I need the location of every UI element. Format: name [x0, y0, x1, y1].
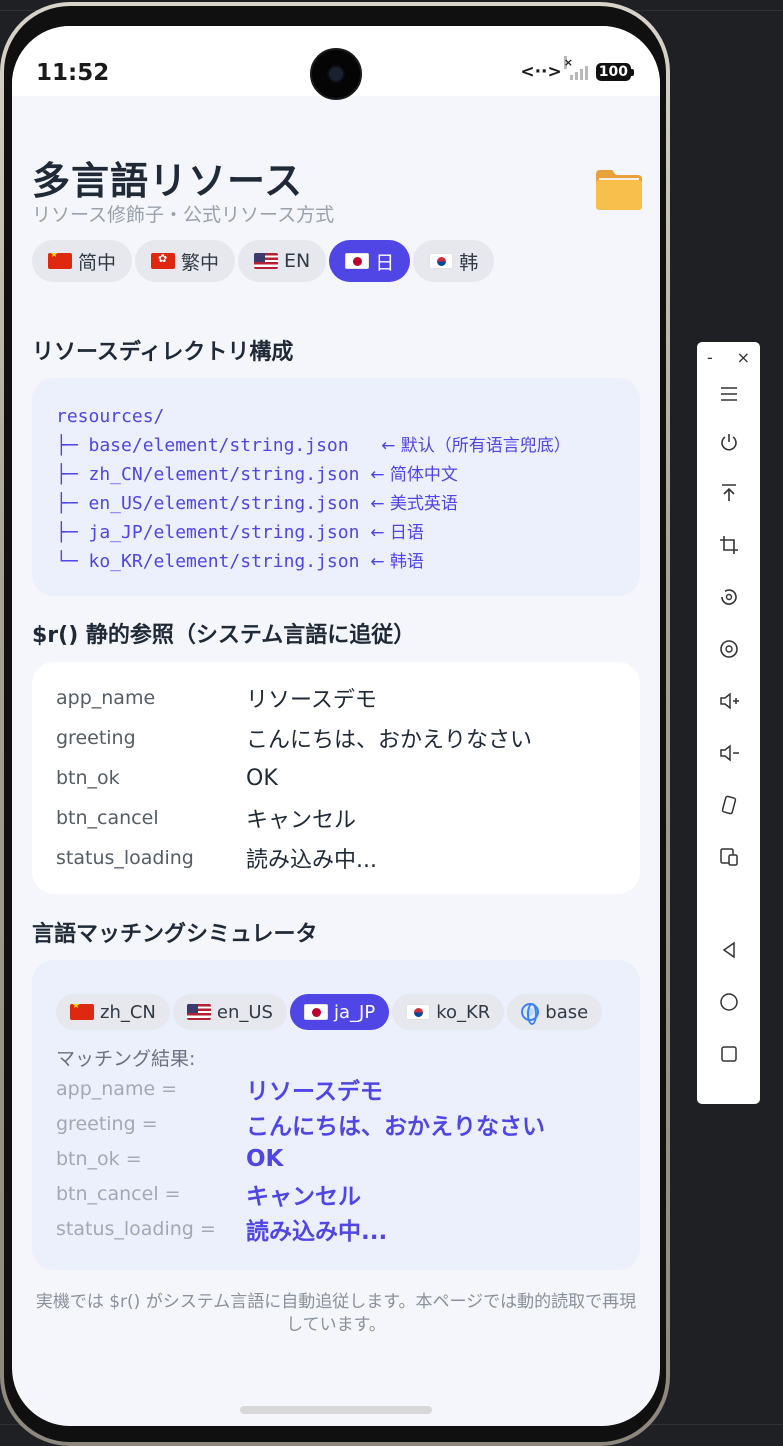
front-camera [310, 48, 362, 100]
tree-line: ├─ en_US/element/string.json ← 美式英语 [56, 493, 458, 514]
tab-label: 繁中 [181, 251, 220, 274]
simulator-section-title: 言語マッチングシミュレータ [32, 922, 318, 947]
status-time: 11:52 [36, 60, 110, 86]
tab-zh-hk[interactable]: 繁中 [135, 240, 236, 282]
locale-tab-en-us[interactable]: en_US [172, 994, 287, 1030]
china-flag-icon [48, 253, 72, 269]
china-flag-icon [70, 1004, 94, 1020]
hong-kong-flag-icon [151, 253, 176, 269]
list-item: btn_ok = OK [56, 1145, 284, 1172]
locale-tab-base[interactable]: base [507, 994, 603, 1030]
close-button[interactable]: × [737, 348, 750, 367]
tab-en[interactable]: EN [238, 240, 327, 282]
battery-level: 100 [595, 63, 631, 81]
tab-label: EN [284, 250, 311, 272]
korea-flag-icon [429, 253, 454, 269]
pin-top-icon[interactable] [697, 478, 760, 508]
screenshot-icon[interactable] [697, 634, 760, 664]
rotate-icon[interactable] [697, 582, 760, 612]
shake-icon[interactable] [697, 790, 760, 820]
minimize-button[interactable]: - [707, 348, 713, 367]
home-indicator[interactable] [240, 1406, 432, 1414]
tree-line: ├─ zh_CN/element/string.json ← 简体中文 [56, 464, 458, 485]
tree-line: ├─ base/element/string.json ← 默认（所有语言兜底） [56, 435, 571, 456]
directory-section-title: リソースディレクトリ構成 [32, 340, 294, 365]
menu-icon[interactable] [697, 379, 760, 409]
match-result-label: マッチング結果: [56, 1048, 196, 1070]
footnote: 実機では $r() がシステム言語に自動追従します。本ページでは動的読取で再現し… [35, 1292, 637, 1335]
network-activity-icon: <··> [520, 62, 562, 82]
recent-apps-icon[interactable] [697, 1039, 760, 1069]
tab-label: 日 [375, 251, 395, 274]
globe-icon [521, 1003, 540, 1025]
locale-tabs: zh_CN en_US ja_JP ko_KR base [56, 994, 616, 1030]
status-icons: <··> × 100 [520, 56, 634, 82]
toolbar-window-controls: - × [697, 342, 760, 367]
tab-zh-cn[interactable]: 简中 [32, 240, 133, 282]
tab-ko[interactable]: 韩 [413, 240, 495, 282]
locale-tab-ja-jp[interactable]: ja_JP [289, 994, 390, 1030]
list-item: status_loading 読み込み中... [56, 847, 377, 873]
static-ref-section-title: $r() 静的参照（システム言語に追従） [32, 623, 416, 648]
page-subtitle: リソース修飾子・公式リソース方式 [32, 204, 335, 226]
status-bar: 11:52 <··> × 100 [12, 26, 660, 100]
list-item: btn_ok OK [56, 765, 278, 791]
home-icon[interactable] [697, 987, 760, 1017]
list-item: status_loading = 読み込み中... [56, 1217, 388, 1245]
tree-line: ├─ ja_JP/element/string.json ← 日语 [56, 522, 424, 543]
folder-icon [596, 170, 642, 210]
locale-tab-ko-kr[interactable]: ko_KR [392, 994, 505, 1030]
japan-flag-icon [345, 253, 370, 269]
tab-label: 简中 [78, 251, 117, 274]
list-item: greeting こんにちは、おかえりなさい [56, 727, 533, 753]
us-flag-icon [254, 253, 279, 269]
crop-icon[interactable] [697, 530, 760, 560]
static-ref-card: app_name リソースデモ greeting こんにちは、おかえりなさい btn… [32, 662, 640, 894]
list-item: app_name リソースデモ [56, 687, 377, 713]
simulator-card: zh_CN en_US ja_JP ko_KR base マッチング結果: ap… [32, 960, 640, 1270]
tab-label: 韩 [459, 251, 479, 274]
volume-down-icon[interactable] [697, 738, 760, 768]
list-item: btn_cancel キャンセル [56, 807, 357, 833]
signal-icon: × [563, 56, 588, 80]
multi-device-icon[interactable] [697, 842, 760, 872]
list-item: app_name = リソースデモ [56, 1077, 383, 1105]
emulator-toolbar: - × [697, 342, 760, 1104]
phone-screen: 11:52 <··> × 100 多言語リソース リソース修飾子・公式リソース方… [12, 26, 660, 1426]
tab-ja[interactable]: 日 [329, 240, 411, 282]
us-flag-icon [186, 1004, 211, 1020]
volume-up-icon[interactable] [697, 686, 760, 716]
tree-line: resources/ [56, 406, 165, 427]
directory-tree-card: resources/ ├─ base/element/string.json ←… [32, 378, 640, 596]
power-icon[interactable] [697, 427, 760, 457]
tree-line: └─ ko_KR/element/string.json ← 韩语 [56, 551, 424, 572]
battery-icon: 100 [595, 63, 634, 81]
locale-tab-zh-cn[interactable]: zh_CN [56, 994, 170, 1030]
list-item: greeting = こんにちは、おかえりなさい [56, 1112, 545, 1140]
korea-flag-icon [406, 1004, 431, 1020]
desktop: 11:52 <··> × 100 多言語リソース リソース修飾子・公式リソース方… [0, 0, 783, 1446]
back-icon[interactable] [697, 935, 760, 965]
page-title: 多言語リソース [32, 159, 304, 203]
list-item: btn_cancel = キャンセル [56, 1182, 361, 1210]
japan-flag-icon [303, 1004, 328, 1020]
language-tabs: 简中 繁中 EN 日 韩 [32, 240, 495, 282]
